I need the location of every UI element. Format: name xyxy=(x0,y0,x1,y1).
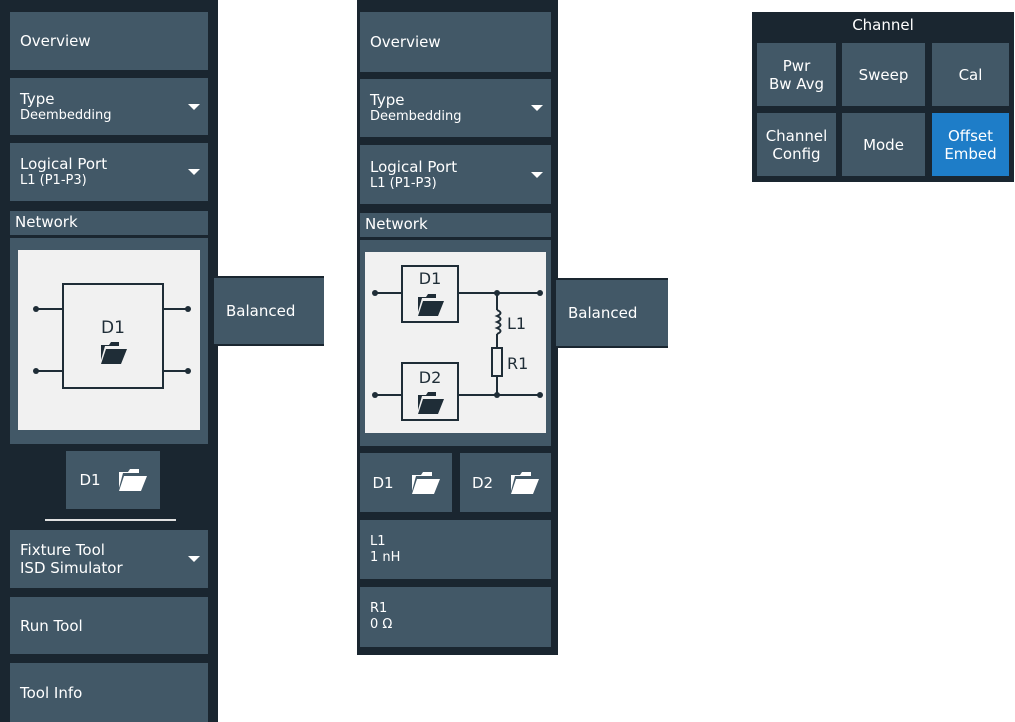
r1-label: R1 xyxy=(370,601,388,616)
port-dot xyxy=(537,290,543,296)
pwr-bw-avg-button[interactable]: Pwr Bw Avg xyxy=(757,43,836,106)
network-diagram-frame: D1 D2 L1 R1 xyxy=(360,240,551,446)
caret-down-icon xyxy=(188,556,200,562)
network-diagram-frame: D1 xyxy=(10,238,208,444)
offset-embed-line2: Embed xyxy=(944,144,997,163)
channel-config-line1: Channel xyxy=(765,126,828,145)
balanced-tab[interactable]: Balanced xyxy=(214,276,324,346)
balanced-tab[interactable]: Balanced xyxy=(556,278,668,348)
logical-port-label: Logical Port xyxy=(20,155,108,173)
logical-port-value: L1 (P1-P3) xyxy=(20,173,87,188)
offset-embed-line1: Offset xyxy=(947,126,994,145)
type-label: Type xyxy=(20,89,55,108)
cal-button[interactable]: Cal xyxy=(932,43,1009,106)
l1-label: L1 xyxy=(370,533,386,549)
port-dot xyxy=(185,368,191,374)
caret-down-icon xyxy=(188,169,200,175)
type-value: Deembedding xyxy=(370,109,462,124)
channel-config-button[interactable]: Channel Config xyxy=(757,113,836,176)
port-dot xyxy=(372,392,378,398)
folder-open-icon xyxy=(418,294,444,316)
port-dot xyxy=(33,368,39,374)
sweep-button[interactable]: Sweep xyxy=(842,43,925,106)
port-dot xyxy=(33,306,39,312)
softkey-panel-2: Overview Type Deembedding Logical Port L… xyxy=(357,0,558,655)
type-dropdown[interactable]: Type Deembedding xyxy=(10,78,208,135)
pwr-bw-avg-line2: Bw Avg xyxy=(768,74,825,93)
port-dot xyxy=(537,392,543,398)
l1-value-field[interactable]: L1 1 nH xyxy=(360,520,551,579)
logical-port-dropdown[interactable]: Logical Port L1 (P1-P3) xyxy=(10,143,208,201)
overview-label: Overview xyxy=(20,32,91,50)
mode-label: Mode xyxy=(863,135,904,154)
inductor-label: L1 xyxy=(507,314,526,333)
logical-port-label: Logical Port xyxy=(370,157,458,176)
d1-file-button[interactable]: D1 xyxy=(360,453,452,512)
type-label: Type xyxy=(370,91,405,109)
network-header: Network xyxy=(10,211,208,235)
fixture-tool-dropdown[interactable]: Fixture Tool ISD Simulator xyxy=(10,530,208,588)
l1-value: 1 nH xyxy=(370,549,401,565)
offset-embed-button[interactable]: Offset Embed xyxy=(932,113,1009,176)
pwr-bw-avg-line1: Pwr xyxy=(782,56,811,75)
mode-button[interactable]: Mode xyxy=(842,113,925,176)
caret-down-icon xyxy=(188,103,200,110)
fixture-tool-value: ISD Simulator xyxy=(20,559,123,577)
d2-file-label: D2 xyxy=(471,473,494,492)
fixture-tool-label: Fixture Tool xyxy=(20,541,105,559)
cal-label: Cal xyxy=(958,65,983,84)
d2-file-button[interactable]: D2 xyxy=(460,453,551,512)
network-diagram-svg: D1 xyxy=(33,283,191,389)
logical-port-dropdown[interactable]: Logical Port L1 (P1-P3) xyxy=(360,145,551,204)
tool-info-button[interactable]: Tool Info xyxy=(10,663,208,722)
softkey-panel-1: Overview Type Deembedding Logical Port L… xyxy=(0,0,218,722)
folder-open-icon xyxy=(418,392,444,414)
overview-label: Overview xyxy=(370,33,441,51)
network-diagram-svg: D1 D2 L1 R1 xyxy=(372,265,543,421)
network-header: Network xyxy=(360,213,551,237)
run-tool-label: Run Tool xyxy=(20,616,83,635)
tool-info-label: Tool Info xyxy=(20,683,83,702)
d1-file-label: D1 xyxy=(372,473,394,492)
channel-config-line2: Config xyxy=(772,144,821,163)
r1-value-field[interactable]: R1 0 Ω xyxy=(360,587,551,647)
box-d2-label: D2 xyxy=(419,368,442,387)
separator xyxy=(45,519,176,521)
box-d1-label: D1 xyxy=(101,318,125,338)
resistor-label: R1 xyxy=(507,354,528,373)
network-diagram[interactable]: D1 xyxy=(18,250,200,430)
folder-open-icon xyxy=(511,471,540,494)
network-diagram[interactable]: D1 D2 L1 R1 xyxy=(365,252,546,433)
folder-open-icon xyxy=(118,469,147,491)
overview-button[interactable]: Overview xyxy=(10,12,208,70)
r1-value: 0 Ω xyxy=(370,617,393,632)
port-dot xyxy=(185,306,191,312)
d1-file-button[interactable]: D1 xyxy=(66,451,160,509)
type-value: Deembedding xyxy=(20,107,112,123)
caret-down-icon xyxy=(531,105,543,111)
sweep-label: Sweep xyxy=(858,65,909,84)
resistor-symbol xyxy=(491,347,503,377)
overview-button[interactable]: Overview xyxy=(360,12,551,72)
folder-open-icon xyxy=(411,471,440,494)
d1-file-label: D1 xyxy=(79,471,101,489)
channel-title: Channel xyxy=(852,16,914,34)
type-dropdown[interactable]: Type Deembedding xyxy=(360,79,551,137)
logical-port-value: L1 (P1-P3) xyxy=(370,175,437,191)
port-dot xyxy=(372,290,378,296)
channel-panel: Channel Pwr Bw Avg Sweep Cal Channel Confi… xyxy=(752,12,1014,182)
box-d1-label: D1 xyxy=(419,269,442,288)
inductor-symbol xyxy=(494,309,502,335)
caret-down-icon xyxy=(531,171,543,178)
run-tool-button[interactable]: Run Tool xyxy=(10,597,208,654)
folder-open-icon xyxy=(101,342,127,364)
